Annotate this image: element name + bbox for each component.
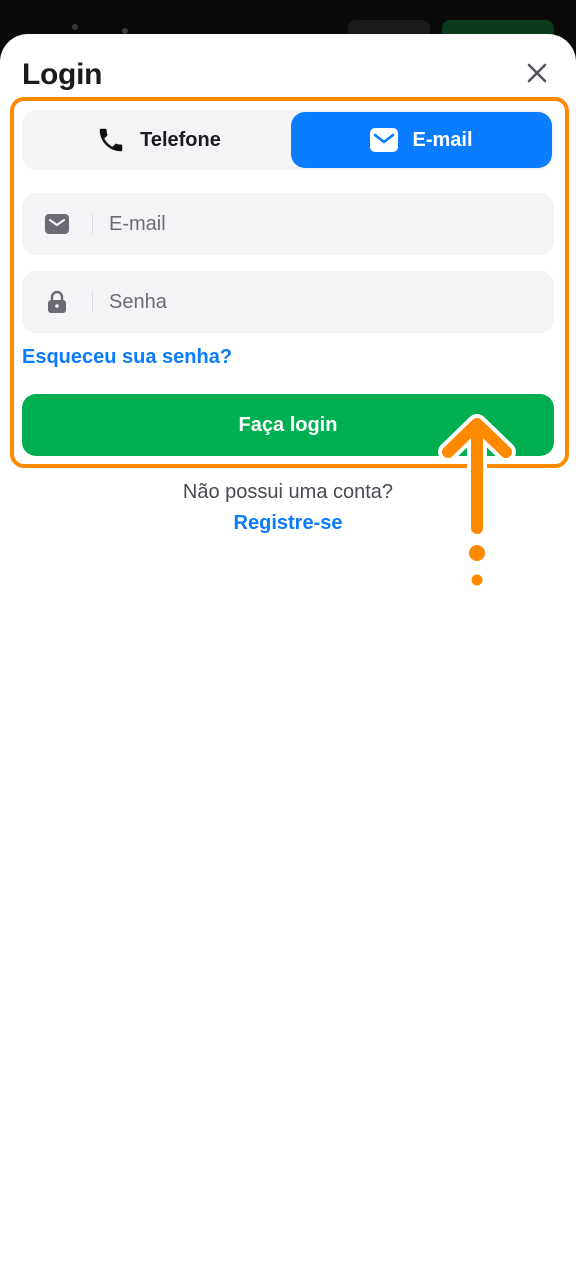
no-account-text: Não possui uma conta?: [182, 481, 394, 503]
register-link-row: Registre-se: [0, 512, 576, 535]
background-dot: [72, 24, 78, 30]
close-icon: [527, 63, 547, 83]
modal-title: Login: [22, 58, 103, 91]
close-button[interactable]: [522, 58, 552, 88]
arrow-annotation-icon: [438, 414, 516, 588]
register-link[interactable]: Registre-se: [234, 512, 343, 534]
